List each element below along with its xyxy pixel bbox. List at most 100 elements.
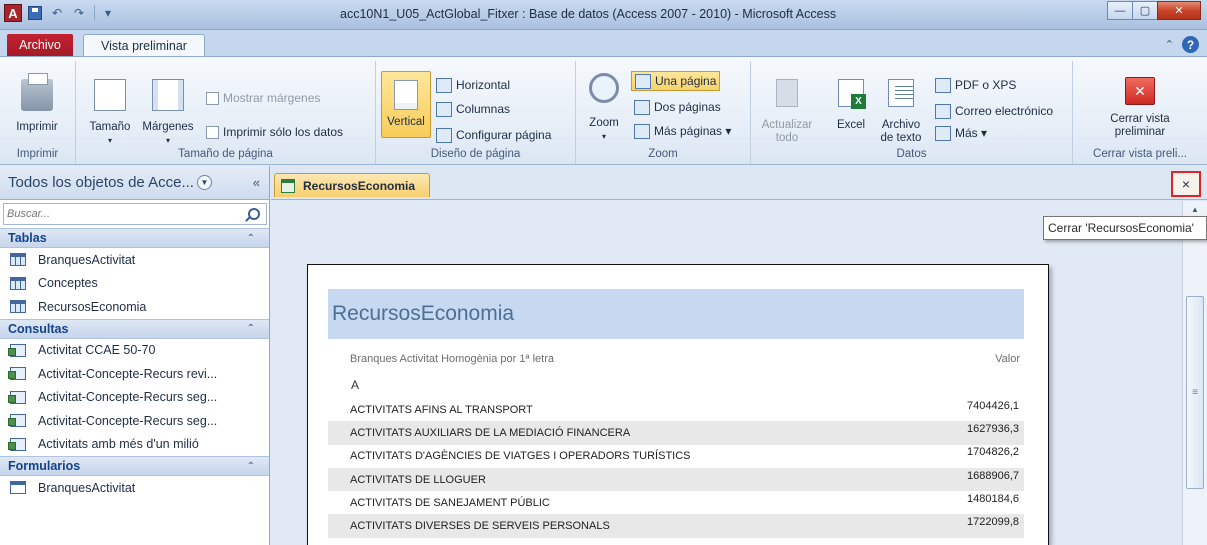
collapse-ribbon-button[interactable]: ⌃ (1165, 38, 1174, 51)
print-button[interactable]: Imprimir (4, 63, 70, 134)
row-name: ACTIVITATS DE SANEJAMENT PÚBLIC (350, 496, 550, 509)
horizontal-button[interactable]: Horizontal (436, 75, 510, 95)
more-export-button[interactable]: Más ▾ (935, 123, 987, 143)
show-margins-checkbox[interactable]: Mostrar márgenes (206, 88, 320, 108)
show-margins-label: Mostrar márgenes (223, 91, 321, 105)
one-page-button[interactable]: Una página (631, 71, 721, 91)
shutter-bar-button[interactable]: « (253, 175, 260, 190)
undo-button[interactable]: ↶ (48, 4, 66, 22)
close-document-button[interactable]: × (1171, 171, 1201, 197)
two-pages-button[interactable]: Dos páginas (634, 97, 721, 117)
text-file-export-button[interactable]: Archivo de texto (875, 63, 927, 145)
vertical-button[interactable]: Vertical (381, 71, 431, 138)
help-icon[interactable]: ? (1182, 36, 1199, 53)
chevron-down-icon: ▾ (104, 6, 112, 20)
report-row: ACTIVITATS DE SANEJAMENT PÚBLIC 1480184,6 (328, 491, 1024, 514)
scroll-up-icon[interactable]: ▲ (1183, 201, 1207, 217)
maximize-button[interactable]: ▢ (1132, 1, 1158, 20)
pdf-xps-button[interactable]: PDF o XPS (935, 75, 1016, 95)
nav-item-label: Activitat-Concepte-Recurs seg... (38, 413, 218, 428)
nav-item-query[interactable]: Activitats amb més d'un milió (0, 433, 269, 457)
access-logo-icon[interactable]: A (4, 4, 22, 22)
size-button[interactable]: Tamaño ▾ (84, 63, 136, 147)
refresh-all-button[interactable]: Actualizar todo (757, 63, 817, 145)
chevron-up-icon: ⌃ (246, 232, 255, 244)
landscape-icon (436, 77, 452, 93)
nav-item-form[interactable]: BranquesActivitat (0, 476, 269, 500)
customize-qat-button[interactable]: ▾ (99, 4, 117, 22)
row-name: ACTIVITATS DE LLOGUER (350, 473, 486, 486)
nav-section-tables[interactable]: Tablas ⌃ (0, 228, 269, 248)
ribbon-tabs: Archivo Vista preliminar ⌃ ? (0, 30, 1207, 57)
nav-item-query[interactable]: Activitat-Concepte-Recurs seg... (0, 409, 269, 433)
chevron-up-icon: ⌃ (246, 323, 255, 334)
more-pages-button[interactable]: Más páginas ▾ (634, 121, 731, 141)
email-button[interactable]: Correo electrónico (935, 101, 1053, 121)
nav-item-label: BranquesActivitat (38, 252, 136, 267)
minimize-button[interactable]: — (1107, 1, 1133, 20)
nav-item-table[interactable]: Conceptes (0, 272, 269, 296)
close-preview-group-label: Cerrar vista preli... (1093, 148, 1187, 160)
refresh-icon (776, 79, 798, 107)
save-button[interactable] (26, 4, 44, 22)
text-file-label: Archivo de texto (880, 119, 922, 144)
page-size-icon (94, 79, 126, 111)
search-input[interactable] (4, 208, 248, 220)
row-name: ACTIVITATS DIVERSES DE SERVEIS PERSONALS (350, 520, 610, 533)
nav-section-queries[interactable]: Consultas ⌃ (0, 318, 269, 339)
undo-icon: ↶ (51, 6, 63, 20)
margins-label: Márgenes (142, 121, 194, 133)
portrait-icon (394, 80, 418, 110)
excel-export-button[interactable]: Excel (831, 63, 871, 132)
zoom-button[interactable]: Zoom ▾ (584, 63, 624, 143)
report-row: ACTIVITATS AFINS AL TRANSPORT 7404426,1 (328, 398, 1024, 421)
page-setup-button[interactable]: Configurar página (436, 125, 551, 145)
columns-button[interactable]: Columnas (436, 99, 510, 119)
excel-label: Excel (836, 119, 866, 131)
row-name: ACTIVITATS D'AGÈNCIES DE VIATGES I OPERA… (350, 450, 691, 463)
window-title: acc10N1_U05_ActGlobal_Fitxer : Base de d… (340, 7, 837, 21)
nav-item-query[interactable]: Activitat-Concepte-Recurs seg... (0, 386, 269, 410)
nav-section-forms[interactable]: Formularios ⌃ (0, 456, 269, 476)
nav-pane-header[interactable]: Todos los objetos de Acce... ▼ « (0, 166, 269, 200)
tab-print-preview[interactable]: Vista preliminar (83, 34, 205, 57)
group-letter: A (351, 378, 360, 392)
nav-item-query[interactable]: Activitat-Concepte-Recurs revi... (0, 362, 269, 386)
form-icon (10, 481, 26, 495)
page-setup-label: Configurar página (456, 128, 552, 142)
email-icon (935, 103, 951, 119)
query-icon (8, 343, 26, 357)
close-window-button[interactable]: ✕ (1157, 1, 1201, 20)
chevron-down-icon: ▾ (107, 136, 112, 145)
row-value: 7404426,1 (967, 399, 1019, 412)
vertical-scrollbar[interactable]: ▲ ≡ (1182, 201, 1207, 545)
column-header-value: Valor (995, 353, 1020, 365)
print-data-only-checkbox[interactable]: Imprimir sólo los datos (206, 122, 343, 142)
margins-button[interactable]: Márgenes ▾ (136, 63, 200, 147)
redo-button[interactable]: ↷ (70, 4, 88, 22)
vertical-label: Vertical (387, 116, 425, 128)
document-tab[interactable]: RecursosEconomia (274, 173, 430, 197)
more-export-label: Más ▾ (955, 126, 988, 140)
nav-item-query[interactable]: Activitat CCAE 50-70 (0, 339, 269, 363)
row-name: ACTIVITATS AFINS AL TRANSPORT (350, 403, 533, 416)
close-preview-button[interactable]: ✕ Cerrar vista preliminar (1097, 63, 1183, 139)
pdf-icon (935, 77, 951, 93)
close-tooltip: Cerrar 'RecursosEconomia' (1043, 216, 1207, 240)
nav-item-table[interactable]: RecursosEconomia (0, 295, 269, 319)
search-icon[interactable] (248, 208, 260, 220)
nav-pane-title: Todos los objetos de Acce... (8, 174, 194, 191)
nav-item-table[interactable]: BranquesActivitat (0, 248, 269, 272)
data-group: Actualizar todo Excel Archivo de texto P… (751, 61, 1073, 164)
zoom-group: Zoom ▾ Una página Dos páginas Más página… (576, 61, 751, 164)
document-tab-label: RecursosEconomia (303, 178, 416, 193)
tab-file[interactable]: Archivo (7, 34, 73, 56)
data-group-label: Datos (896, 148, 927, 160)
nav-section-title: Consultas (8, 321, 69, 336)
chevron-down-icon[interactable]: ▼ (196, 175, 212, 190)
query-icon (8, 437, 26, 451)
scrollbar-thumb[interactable]: ≡ (1186, 296, 1204, 489)
close-preview-label: Cerrar vista preliminar (1110, 113, 1170, 138)
email-label: Correo electrónico (955, 104, 1054, 118)
page-layout-group: Vertical Horizontal Columnas Configurar … (376, 61, 576, 164)
